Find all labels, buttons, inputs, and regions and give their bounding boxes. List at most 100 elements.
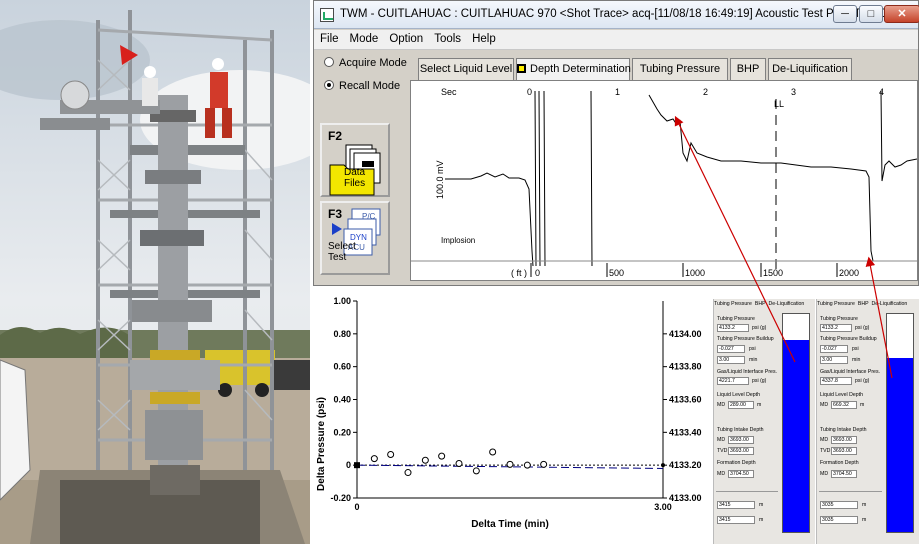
y-tick-label: 1.00 [333,296,351,306]
ft-tick-1000: 1000 [685,268,705,278]
liquid-level-panel-289: Tubing Pressure BHP De-Liquification Tubing… [713,299,815,544]
liquid-level-field[interactable]: 289.00 [728,401,754,409]
buildup-time-field[interactable]: 3.00 [820,356,848,364]
intake-md-field[interactable]: 3693.00 [831,436,857,444]
panel-tab[interactable]: De-Liquification [769,301,805,307]
sec-tick-3: 3 [791,87,796,97]
formation-depth-label: Formation Depth [717,460,756,466]
liquid-level-md-label: MD [717,402,726,408]
ft-label: ( ft ) [511,268,527,278]
buildup-field[interactable]: -0.027 [717,345,745,353]
implosion-label: Implosion [441,236,475,245]
tubing-pressure-label: Tubing Pressure [717,316,755,322]
buildup-field[interactable]: -0.027 [820,345,848,353]
close-button[interactable]: ✕ [884,5,919,23]
menu-file[interactable]: File [314,30,344,45]
intake-md-label: MD [820,437,829,443]
data-point [523,461,531,469]
formation-md-field[interactable]: 3704.50 [728,470,754,478]
y2-tick-label: 4133.80 [669,362,702,372]
intake-tvd-field[interactable]: 3693.00 [831,447,857,455]
menu-help[interactable]: Help [466,30,501,45]
buildup-unit: psi [749,346,756,352]
bottom-depth-field-2[interactable]: 3415 [717,516,755,524]
maximize-button[interactable]: □ [859,5,883,23]
y2-tick-label: 4133.20 [669,460,702,470]
panel-tab[interactable]: De-Liquification [872,301,908,307]
ft-tick-500: 500 [609,268,624,278]
data-point [506,460,514,468]
minimize-button[interactable]: ─ [833,5,857,23]
tubing-pressure-label: Tubing Pressure [820,316,858,322]
x-axis-label: Delta Time (min) [471,519,549,530]
tab-tubing-pressure[interactable]: Tubing Pressure [632,58,728,80]
liquid-level-field[interactable]: 669.32 [831,401,857,409]
bottom-depth-field[interactable]: 3035 [820,501,858,509]
acquire-radio-dot [324,57,334,67]
liquid-level-label: Liquid Level Depth [717,392,760,398]
f3-label: Select Test [328,241,356,263]
tab-depth-determination-label: Depth Determination [530,63,631,75]
intake-tvd-label: TVD [820,448,831,454]
data-point [540,460,548,468]
gl-interface-field[interactable]: 4337.8 [820,377,852,385]
recall-mode-radio[interactable]: Recall Mode [324,80,400,92]
tubing-pressure-field[interactable]: 4133.2 [717,324,749,332]
acoustic-trace-panel[interactable]: Sec 0 1 2 3 4 LL 100.0 mV Implosion ( ft… [410,80,918,281]
liquid-level-label: Liquid Level Depth [820,392,863,398]
recall-radio-dot [324,80,334,90]
tab-select-liquid-level[interactable]: Select Liquid Level [418,58,514,80]
bottom-depth-unit: m [759,502,764,508]
panel-tabs: Tubing Pressure BHP De-Liquification [817,301,919,311]
sec-tick-2: 2 [703,87,708,97]
formation-md-field[interactable]: 3704.50 [831,470,857,478]
bottom-depth-unit-2: m [862,517,867,523]
bottom-depth-unit: m [862,502,867,508]
buildup-time-unit: min [749,357,758,363]
panel-tab[interactable]: BHP [755,301,766,307]
wellhead-photo [0,0,310,544]
menu-option[interactable]: Option [383,30,428,45]
tubing-pressure-field[interactable]: 4133.2 [820,324,852,332]
data-point [370,455,378,463]
formation-md-label: MD [820,471,829,477]
liquid-level-unit: m [757,402,762,408]
menu-bar: File Mode Option Tools Help [314,30,918,50]
tab-de-liquification[interactable]: De-Liquification [768,58,852,80]
tubing-pressure-unit: psi (g) [752,325,767,331]
acquire-mode-radio[interactable]: Acquire Mode [324,57,407,69]
intake-tvd-field[interactable]: 3693.00 [728,447,754,455]
data-files-button[interactable]: F2 Data Files [320,123,390,197]
active-tab-marker [517,64,526,73]
buildup-time-field[interactable]: 3.00 [717,356,745,364]
panel-tab[interactable]: Tubing Pressure [817,301,855,307]
mode-panel: Acquire Mode Recall Mode F2 Data Files F… [318,53,407,285]
y2-tick-label: 4133.40 [669,427,702,437]
data-point [438,452,446,460]
sec-label: Sec [441,87,457,97]
menu-tools[interactable]: Tools [428,30,466,45]
panel-tab[interactable]: BHP [858,301,869,307]
tab-depth-determination[interactable]: Depth Determination [516,58,631,81]
y-tick-label: 0.20 [333,427,351,437]
sec-tick-0: 0 [527,87,532,97]
acoustic-trace [445,90,918,267]
delta-pressure-chart: Delta Pressure (psi) Delta Time (min) 1.… [310,286,713,544]
title-bar[interactable]: TWM - CUITLAHUAC : CUITLAHUAC 970 <Shot … [314,1,919,29]
panel-tab[interactable]: Tubing Pressure [714,301,752,307]
ft-tick-1500: 1500 [763,268,783,278]
gl-interface-field[interactable]: 4221.7 [717,377,749,385]
liquid-level-md-label: MD [820,402,829,408]
buildup-unit: psi [852,346,859,352]
gl-interface-unit: psi (g) [855,378,870,384]
bottom-depth-field-2[interactable]: 3035 [820,516,858,524]
tab-bhp[interactable]: BHP [730,58,766,80]
select-test-button[interactable]: F3 P/C DYN ACU Select Test [320,201,390,275]
intake-depth-label: Tubing Intake Depth [717,427,764,433]
formation-md-label: MD [717,471,726,477]
bottom-depth-field[interactable]: 3415 [717,501,755,509]
data-point [455,460,463,468]
intake-md-field[interactable]: 3693.00 [728,436,754,444]
doc-pc-label: P/C [362,212,376,221]
menu-mode[interactable]: Mode [344,30,384,45]
